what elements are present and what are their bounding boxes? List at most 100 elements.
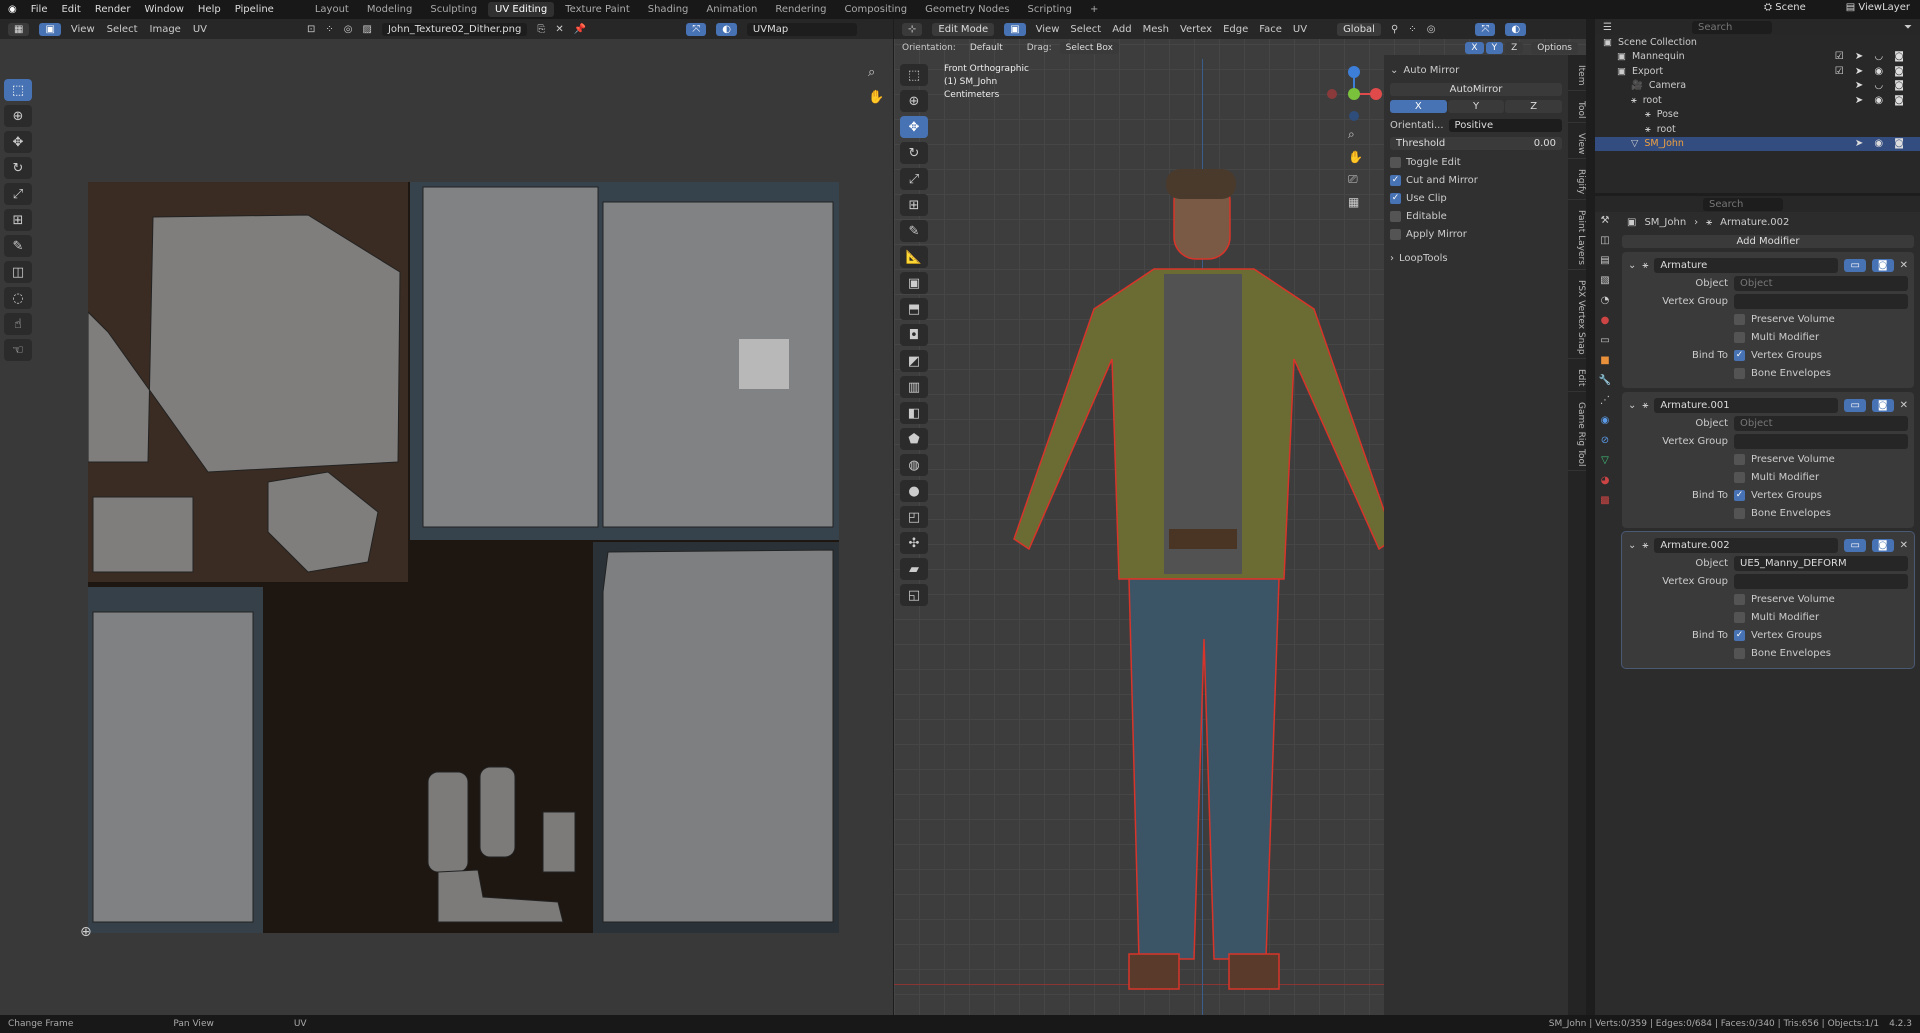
outliner-item-export[interactable]: ▣ Export ☑ ➤ ◉ ◙ xyxy=(1595,64,1920,79)
vertex-groups-checkbox[interactable]: ✓ xyxy=(1734,629,1745,641)
show-in-viewport-toggle[interactable]: ▭ xyxy=(1844,398,1866,412)
overlay-toggle[interactable]: ◐ xyxy=(1505,22,1527,36)
vertex-group-field[interactable] xyxy=(1734,293,1908,309)
move-tool-icon[interactable]: ✥ xyxy=(900,116,928,138)
tab-compositing[interactable]: Compositing xyxy=(837,2,914,17)
annotate-tool-icon[interactable]: ✎ xyxy=(900,220,928,242)
collection-tab-icon[interactable]: ▭ xyxy=(1600,335,1609,346)
checkbox[interactable] xyxy=(1734,313,1745,325)
menu-help[interactable]: Help xyxy=(198,4,221,15)
axis-y-toggle[interactable]: Y xyxy=(1447,100,1505,113)
scene-tab-icon[interactable]: ◔ xyxy=(1601,295,1610,306)
viewport-menu-mesh[interactable]: Mesh xyxy=(1143,24,1169,35)
option-cut-and-mirror[interactable]: ✓ Cut and Mirror xyxy=(1390,171,1562,189)
vertex-group-field[interactable] xyxy=(1734,573,1908,589)
bevel-tool-icon[interactable]: ◩ xyxy=(900,350,928,372)
uv-texture-canvas[interactable] xyxy=(88,182,839,933)
sidebar-tab-paint-layers[interactable]: Paint Layers xyxy=(1568,206,1586,270)
tab-scripting[interactable]: Scripting xyxy=(1020,2,1078,17)
uv-menu-image[interactable]: Image xyxy=(150,24,181,35)
option-toggle-edit[interactable]: Toggle Edit xyxy=(1390,153,1562,171)
select-tool-icon[interactable]: ⬚ xyxy=(900,64,928,86)
sidebar-tab-view[interactable]: View xyxy=(1568,129,1586,160)
snap-icon[interactable]: ⁘ xyxy=(325,24,333,35)
tab-animation[interactable]: Animation xyxy=(699,2,764,17)
checkbox[interactable] xyxy=(1390,228,1401,240)
show-in-render-toggle[interactable]: ◙ xyxy=(1871,258,1894,272)
blender-logo-icon[interactable]: ◉ xyxy=(8,4,17,15)
editor-type-icon[interactable]: ⊹ xyxy=(902,22,923,36)
pinch-tool-icon[interactable]: ☜ xyxy=(4,339,32,361)
uv-menu-view[interactable]: View xyxy=(71,24,95,35)
visibility-toggles[interactable]: ☑ ➤ ◡ ◙ xyxy=(1835,51,1908,62)
tab-modeling[interactable]: Modeling xyxy=(360,2,420,17)
tool-tab-icon[interactable]: ⚒ xyxy=(1601,215,1610,226)
checkbox[interactable]: ✓ xyxy=(1390,192,1401,204)
pivot-icon[interactable]: ⊡ xyxy=(307,24,315,35)
viewport-menu-uv[interactable]: UV xyxy=(1293,24,1307,35)
menu-pipeline[interactable]: Pipeline xyxy=(235,4,274,15)
visibility-toggles[interactable]: ☑ ➤ ◉ ◙ xyxy=(1835,66,1908,77)
checkbox[interactable] xyxy=(1390,210,1401,222)
cursor-tool-icon[interactable]: ⊕ xyxy=(900,90,928,112)
select-tool-icon[interactable]: ⬚ xyxy=(4,79,32,101)
bone-envelopes-checkbox[interactable] xyxy=(1734,647,1745,659)
show-in-viewport-toggle[interactable]: ▭ xyxy=(1844,258,1866,272)
world-tab-icon[interactable]: ● xyxy=(1601,315,1610,326)
options-button[interactable]: Options xyxy=(1531,42,1578,54)
select-mode-vertex[interactable]: ▣ xyxy=(39,22,61,36)
relax-tool-icon[interactable]: ☝ xyxy=(4,313,32,335)
orientation-dropdown[interactable]: Positive xyxy=(1448,118,1562,132)
remove-modifier-icon[interactable]: ✕ xyxy=(1900,400,1908,411)
display-mode-icon[interactable]: ☰ xyxy=(1603,22,1612,33)
visibility-toggles[interactable]: ➤ ◉ ◙ xyxy=(1855,95,1908,106)
view-layer-selector[interactable]: ▤ ViewLayer xyxy=(1846,2,1910,13)
proportional-icon[interactable]: ◎ xyxy=(1427,24,1436,35)
mode-selector[interactable]: Edit Mode xyxy=(932,22,995,36)
loop-cut-tool-icon[interactable]: ▥ xyxy=(900,376,928,398)
auto-mirror-panel-header[interactable]: ⌄ Auto Mirror xyxy=(1390,61,1562,79)
viewport-menu-vertex[interactable]: Vertex xyxy=(1180,24,1212,35)
remove-modifier-icon[interactable]: ✕ xyxy=(1900,540,1908,551)
mirror-axis-z[interactable]: Z xyxy=(1505,42,1524,54)
transform-tool-icon[interactable]: ⊞ xyxy=(4,209,32,231)
visibility-toggles[interactable]: ➤ ◡ ◙ xyxy=(1855,80,1908,91)
checkbox[interactable]: ✓ xyxy=(1390,174,1401,186)
chevron-down-icon[interactable]: ⌄ xyxy=(1628,260,1636,271)
spin-tool-icon[interactable]: ◍ xyxy=(900,454,928,476)
vertex-group-field[interactable] xyxy=(1734,433,1908,449)
editor-type-icon[interactable]: ▦ xyxy=(8,22,30,36)
outliner-item-mannequin[interactable]: ▣ Mannequin ☑ ➤ ◡ ◙ xyxy=(1595,50,1920,65)
snap-icon[interactable]: ⁘ xyxy=(1408,24,1416,35)
texture-tab-icon[interactable]: ▩ xyxy=(1600,495,1609,506)
scene-selector[interactable]: ⛭ Scene xyxy=(1764,2,1806,13)
checkbox[interactable] xyxy=(1734,331,1745,343)
2d-cursor-icon[interactable]: ⊕ xyxy=(80,924,92,940)
object-field[interactable]: UE5_Manny_DEFORM xyxy=(1734,555,1908,571)
bone-envelopes-checkbox[interactable] xyxy=(1734,507,1745,519)
drag-select[interactable]: Select Box xyxy=(1059,42,1119,54)
viewport-menu-face[interactable]: Face xyxy=(1259,24,1282,35)
outliner-item-camera[interactable]: 🎥 Camera ➤ ◡ ◙ xyxy=(1595,79,1920,94)
cursor-tool-icon[interactable]: ⊕ xyxy=(4,105,32,127)
view-layer-tab-icon[interactable]: ▧ xyxy=(1600,275,1609,286)
mirror-axis-y[interactable]: Y xyxy=(1485,42,1504,54)
object-field[interactable]: Object xyxy=(1734,415,1908,431)
gizmo-toggle[interactable]: ⤧ xyxy=(686,22,707,36)
object-tab-icon[interactable]: ■ xyxy=(1600,355,1609,366)
modifier-name-field[interactable]: Armature.002 xyxy=(1654,537,1839,553)
sidebar-tab-rigify[interactable]: Rigify xyxy=(1568,165,1586,200)
threshold-slider[interactable]: Threshold 0.00 xyxy=(1390,137,1562,150)
remove-modifier-icon[interactable]: ✕ xyxy=(1900,260,1908,271)
tab-shading[interactable]: Shading xyxy=(641,2,696,17)
add-modifier-button[interactable]: Add Modifier xyxy=(1622,235,1914,248)
show-in-render-toggle[interactable]: ◙ xyxy=(1871,398,1894,412)
material-tab-icon[interactable]: ◕ xyxy=(1601,475,1610,486)
modifier-name-field[interactable]: Armature.001 xyxy=(1654,397,1839,413)
rotate-tool-icon[interactable]: ↻ xyxy=(900,142,928,164)
checkbox[interactable] xyxy=(1734,611,1745,623)
annotate-tool-icon[interactable]: ✎ xyxy=(4,235,32,257)
tab-uv-editing[interactable]: UV Editing xyxy=(488,2,555,17)
outliner-item-root[interactable]: ⚹ root ➤ ◉ ◙ xyxy=(1595,93,1920,108)
knife-tool-icon[interactable]: ◧ xyxy=(900,402,928,424)
